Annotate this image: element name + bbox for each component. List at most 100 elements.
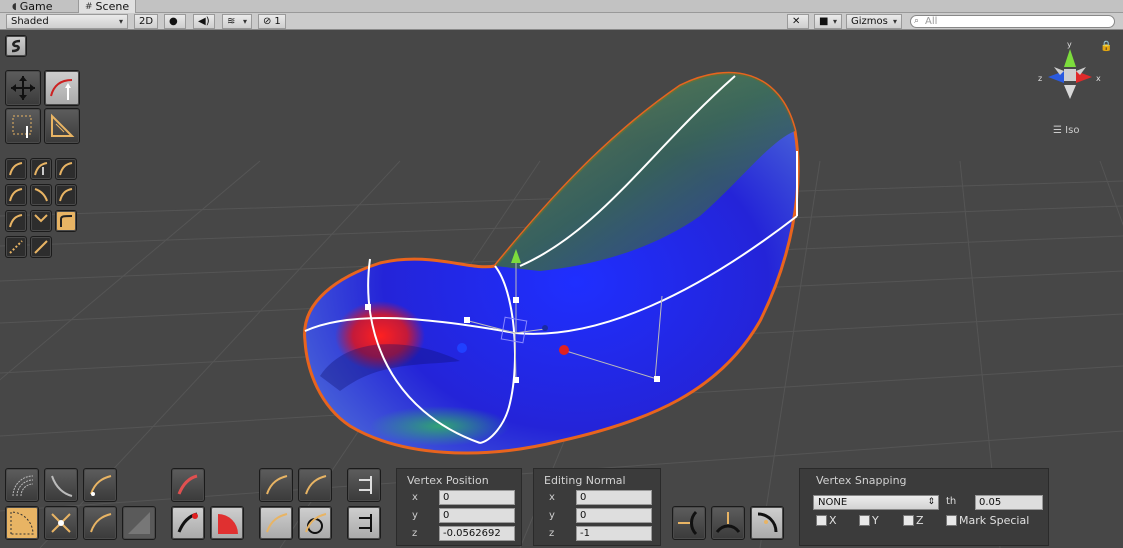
checkbox-box[interactable] [859, 515, 870, 526]
curve-tool-3[interactable] [55, 158, 77, 180]
fill-pattern-tool-button[interactable] [5, 506, 39, 540]
editing-normal-z-field[interactable]: -1 [576, 526, 652, 541]
snap-x-label: X [829, 514, 837, 527]
gizmo-y-label: y [1067, 40, 1072, 49]
curve-tool-10[interactable] [5, 236, 27, 258]
editing-normal-x-field[interactable]: 0 [576, 490, 652, 505]
vertex-position-title: Vertex Position [407, 474, 489, 487]
red-curve-select-button[interactable] [171, 506, 205, 540]
shading-mode-dropdown[interactable]: Shaded ▾ [6, 14, 128, 29]
sweep-tool-button[interactable] [83, 506, 117, 540]
toggle-2d-label: 2D [139, 16, 154, 27]
normal-z-button[interactable] [750, 506, 784, 540]
lock-icon[interactable]: 🔒 [1100, 41, 1112, 52]
split-tool-button[interactable] [347, 506, 381, 540]
checkbox-box[interactable] [816, 515, 827, 526]
vertex-position-z-field[interactable]: -0.0562692 [439, 526, 515, 541]
move-handle-z[interactable] [457, 343, 467, 353]
curve-tool-4[interactable] [5, 184, 27, 206]
speaker-icon: ◀) [198, 16, 210, 27]
tools-button[interactable]: ✕ [787, 14, 809, 29]
curve-align-icon [266, 513, 288, 533]
tab-scene[interactable]: # Scene [78, 0, 137, 13]
tab-game[interactable]: ◖ Game [6, 0, 59, 13]
move-tool-button[interactable] [5, 70, 41, 106]
curve-tool-2[interactable] [30, 158, 52, 180]
lightbulb-icon: ● [169, 16, 178, 27]
editing-normal-x-row: x 0 [534, 490, 660, 506]
snap-z-checkbox[interactable]: Z [903, 514, 924, 527]
curve-tool-11[interactable] [30, 236, 52, 258]
spline-tool-button[interactable] [5, 35, 27, 57]
scene-viewport[interactable]: y x z 🔒 ☰ Iso Vertex Position x 0 y 0 z … [0, 31, 1123, 548]
pie-slice-icon [218, 514, 238, 534]
pie-tool-button[interactable] [210, 506, 244, 540]
bezier-mesh-object[interactable] [303, 71, 800, 455]
checkbox-box[interactable] [946, 515, 957, 526]
editing-normal-y-field[interactable]: 0 [576, 508, 652, 523]
orientation-gizmo[interactable]: y x z [1030, 39, 1110, 119]
curve-tool-6[interactable] [55, 184, 77, 206]
hidden-count: 1 [274, 16, 281, 27]
merge-tool-button[interactable] [347, 468, 381, 502]
curve-align-tool-1[interactable] [259, 468, 293, 502]
curve-tool-5[interactable] [30, 184, 52, 206]
snap-y-checkbox[interactable]: Y [859, 514, 879, 527]
move-handle-x[interactable] [559, 345, 569, 355]
scene-search-input[interactable]: ⌕ All [910, 15, 1115, 28]
gizmos-dropdown[interactable]: Gizmos ▾ [846, 14, 902, 29]
curve-icon [34, 188, 48, 202]
triangle-tool-button[interactable] [44, 108, 80, 144]
camera-dropdown[interactable]: ■ ▾ [814, 14, 842, 29]
sweep-curve-icon [90, 513, 112, 533]
projection-label: Iso [1065, 125, 1080, 136]
curve-tool-9[interactable] [55, 210, 77, 232]
normal-y-button[interactable] [711, 506, 745, 540]
gizmo-neg-y-cone[interactable] [1064, 85, 1076, 99]
red-curve-tool-button[interactable] [171, 468, 205, 502]
arc-tool-button[interactable] [44, 468, 78, 502]
normal-x-button[interactable] [672, 506, 706, 540]
vertex-snapping-title: Vertex Snapping [816, 474, 907, 487]
rect-select-icon [12, 115, 32, 138]
vertex-position-x-field[interactable]: 0 [439, 490, 515, 505]
corner-icon [60, 215, 73, 227]
chevron-updown-icon: ⇕ [927, 497, 935, 507]
toggle-2d-button[interactable]: 2D [134, 14, 158, 29]
snap-mode-dropdown[interactable]: NONE ⇕ [813, 495, 939, 510]
normal-x-icon [678, 510, 698, 536]
projection-toggle[interactable]: ☰ Iso [1053, 125, 1079, 136]
vertex-position-y-row: y 0 [397, 508, 521, 524]
edit-curve-tool-button[interactable] [44, 70, 80, 106]
lighting-toggle[interactable]: ● [164, 14, 186, 29]
curve-tool-1[interactable] [5, 158, 27, 180]
curve-align-tool-2[interactable] [298, 468, 332, 502]
search-icon: ⌕ [914, 16, 920, 26]
snap-x-checkbox[interactable]: X [816, 514, 837, 527]
curve-align-tool-3[interactable] [259, 506, 293, 540]
effects-dropdown[interactable]: ≋ ▾ [222, 14, 252, 29]
editing-normal-title: Editing Normal [544, 474, 626, 487]
tab-scene-label: Scene [95, 0, 130, 13]
hidden-objects-toggle[interactable]: ⊘ 1 [258, 14, 286, 29]
vertex-position-z-row: z -0.0562692 [397, 526, 521, 542]
eye-slash-icon: ⊘ [263, 16, 272, 27]
curve-tool-8[interactable] [30, 210, 52, 232]
curve-handle-tool-button[interactable] [83, 468, 117, 502]
red-curve-icon [177, 512, 198, 533]
vertex-position-y-field[interactable]: 0 [439, 508, 515, 523]
ring-tool-button[interactable] [5, 468, 39, 502]
checkbox-box[interactable] [903, 515, 914, 526]
threshold-field[interactable]: 0.05 [975, 495, 1043, 510]
rect-select-tool-button[interactable] [5, 108, 41, 144]
curve-tool-7[interactable] [5, 210, 27, 232]
chevron-down-icon: ▾ [118, 17, 123, 26]
chevron-down-icon: ▾ [892, 17, 897, 26]
surface-tool-button[interactable] [122, 506, 156, 540]
audio-toggle[interactable]: ◀) [193, 14, 215, 29]
curve-circle-tool[interactable] [298, 506, 332, 540]
scale-points-tool-button[interactable] [44, 506, 78, 540]
curve-icon [9, 214, 23, 228]
mark-special-checkbox[interactable]: Mark Special [946, 514, 1029, 527]
gizmo-y-cone[interactable] [1064, 49, 1076, 67]
